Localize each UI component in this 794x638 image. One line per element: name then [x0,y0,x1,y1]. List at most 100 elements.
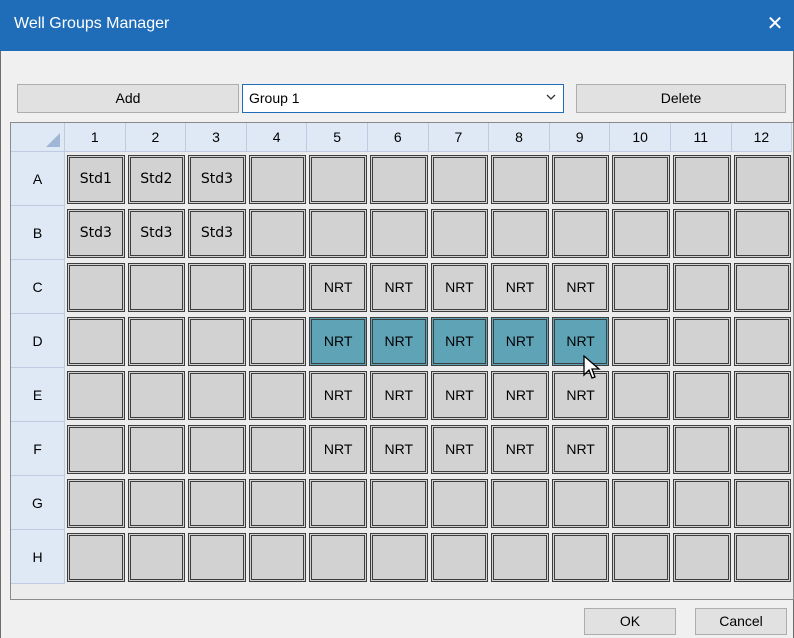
well-F11[interactable] [673,425,731,474]
well-C8[interactable]: NRT [491,263,549,312]
well-B8[interactable] [491,209,549,258]
well-D12[interactable] [733,317,792,366]
well-D10[interactable] [612,317,670,366]
column-header-10[interactable]: 10 [610,123,671,152]
well-E12[interactable] [733,371,792,420]
well-D8[interactable]: NRT [491,317,549,366]
well-F3[interactable] [188,425,246,474]
well-E2[interactable] [127,371,186,420]
well-F7[interactable]: NRT [430,425,489,474]
row-header-H[interactable]: H [11,530,65,584]
well-G1[interactable] [67,479,125,528]
well-H10[interactable] [612,533,670,582]
well-B12[interactable] [733,209,792,258]
well-B4[interactable] [248,209,307,258]
well-A2[interactable]: Std2 [127,155,186,204]
well-A10[interactable] [612,155,670,204]
well-D1[interactable] [67,317,125,366]
column-header-3[interactable]: 3 [186,123,247,152]
well-E6[interactable]: NRT [370,371,428,420]
well-H1[interactable] [67,533,125,582]
well-G7[interactable] [430,479,489,528]
well-H5[interactable] [309,533,367,582]
well-E7[interactable]: NRT [430,371,489,420]
well-F10[interactable] [612,425,670,474]
well-C1[interactable] [67,263,125,312]
close-icon[interactable]: ✕ [760,9,790,39]
column-header-11[interactable]: 11 [671,123,732,152]
add-button[interactable]: Add [17,84,239,113]
well-B9[interactable] [551,209,610,258]
well-F5[interactable]: NRT [309,425,367,474]
well-G8[interactable] [491,479,549,528]
well-D2[interactable] [127,317,186,366]
well-B3[interactable]: Std3 [188,209,246,258]
well-G5[interactable] [309,479,367,528]
well-C6[interactable]: NRT [370,263,428,312]
column-header-4[interactable]: 4 [246,123,308,152]
well-C5[interactable]: NRT [309,263,367,312]
row-header-C[interactable]: C [11,260,65,314]
column-header-6[interactable]: 6 [368,123,429,152]
well-A9[interactable] [551,155,610,204]
well-D5[interactable]: NRT [309,317,367,366]
well-G9[interactable] [551,479,610,528]
select-all-corner[interactable] [11,123,65,152]
column-header-12[interactable]: 12 [731,123,793,152]
column-header-8[interactable]: 8 [489,123,550,152]
well-B11[interactable] [673,209,731,258]
well-E3[interactable] [188,371,246,420]
well-D11[interactable] [673,317,731,366]
well-H9[interactable] [551,533,610,582]
well-E4[interactable] [248,371,307,420]
well-G2[interactable] [127,479,186,528]
row-header-F[interactable]: F [11,422,65,476]
well-F12[interactable] [733,425,792,474]
column-header-5[interactable]: 5 [307,123,368,152]
well-D7[interactable]: NRT [430,317,489,366]
well-H6[interactable] [370,533,428,582]
well-F8[interactable]: NRT [491,425,549,474]
well-C9[interactable]: NRT [551,263,610,312]
well-E8[interactable]: NRT [491,371,549,420]
well-C4[interactable] [248,263,307,312]
well-B6[interactable] [370,209,428,258]
well-C3[interactable] [188,263,246,312]
well-H12[interactable] [733,533,792,582]
row-header-D[interactable]: D [11,314,65,368]
well-D4[interactable] [248,317,307,366]
well-G10[interactable] [612,479,670,528]
well-E10[interactable] [612,371,670,420]
row-header-B[interactable]: B [11,206,65,260]
well-C7[interactable]: NRT [430,263,489,312]
well-A8[interactable] [491,155,549,204]
well-E1[interactable] [67,371,125,420]
well-H8[interactable] [491,533,549,582]
delete-button[interactable]: Delete [576,84,786,113]
column-header-7[interactable]: 7 [428,123,490,152]
well-G6[interactable] [370,479,428,528]
well-A1[interactable]: Std1 [67,155,125,204]
well-H3[interactable] [188,533,246,582]
well-G3[interactable] [188,479,246,528]
ok-button[interactable]: OK [584,608,676,635]
well-G4[interactable] [248,479,307,528]
well-C10[interactable] [612,263,670,312]
well-F9[interactable]: NRT [551,425,610,474]
well-D6[interactable]: NRT [370,317,428,366]
well-A6[interactable] [370,155,428,204]
column-header-1[interactable]: 1 [65,123,126,152]
well-F1[interactable] [67,425,125,474]
well-E11[interactable] [673,371,731,420]
well-G12[interactable] [733,479,792,528]
well-C12[interactable] [733,263,792,312]
well-A3[interactable]: Std3 [188,155,246,204]
well-H2[interactable] [127,533,186,582]
well-B5[interactable] [309,209,367,258]
well-A11[interactable] [673,155,731,204]
well-A5[interactable] [309,155,367,204]
row-header-G[interactable]: G [11,476,65,530]
group-select[interactable]: Group 1 [242,84,564,113]
well-E5[interactable]: NRT [309,371,367,420]
well-H4[interactable] [248,533,307,582]
